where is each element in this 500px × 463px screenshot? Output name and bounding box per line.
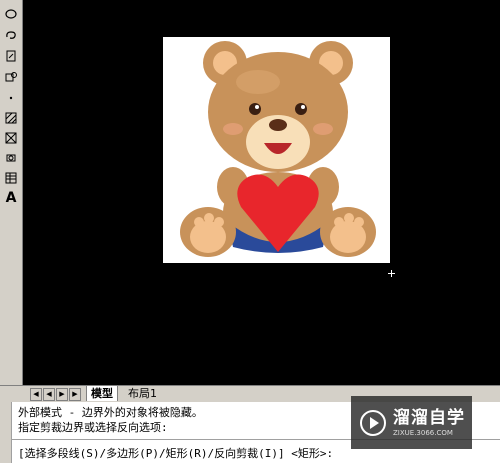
command-window-grip[interactable] (0, 402, 12, 463)
watermark: 溜溜自学 ZIXUE.3066.COM (351, 396, 472, 449)
bear-image (180, 41, 376, 257)
revcloud-icon[interactable] (3, 27, 19, 43)
command-history-line: 外部模式 - 边界外的对象将被隐藏。 (18, 406, 203, 419)
command-history-line: 指定剪裁边界或选择反向选项: (18, 421, 168, 434)
first-tab-icon[interactable]: ◀ (30, 388, 42, 401)
hatch-icon[interactable] (3, 110, 19, 126)
tab-model[interactable]: 模型 (86, 386, 118, 401)
draw-toolbar: A (0, 0, 23, 385)
point-icon[interactable] (3, 90, 19, 106)
ellipse-icon[interactable] (3, 6, 19, 22)
prev-tab-icon[interactable]: ◀ (43, 388, 55, 401)
crosshair-cursor (388, 262, 395, 277)
last-tab-icon[interactable]: ▶ (69, 388, 81, 401)
text-icon[interactable]: A (3, 190, 19, 206)
tab-navigation: ◀ ◀ ▶ ▶ (30, 388, 81, 401)
tab-layout1[interactable]: 布局1 (124, 386, 161, 401)
insert-block-icon[interactable] (3, 48, 19, 64)
gradient-icon[interactable] (3, 130, 19, 146)
make-block-icon[interactable] (3, 69, 19, 85)
next-tab-icon[interactable]: ▶ (56, 388, 68, 401)
watermark-title: 溜溜自学 (393, 407, 465, 428)
watermark-url: ZIXUE.3066.COM (393, 428, 453, 437)
region-icon[interactable] (3, 150, 19, 166)
command-prompt[interactable]: [选择多段线(S)/多边形(P)/矩形(R)/反向剪裁(I)] <矩形>: (18, 445, 333, 461)
play-logo-icon (360, 409, 386, 436)
clipped-image[interactable] (163, 37, 390, 263)
table-icon[interactable] (3, 170, 19, 186)
